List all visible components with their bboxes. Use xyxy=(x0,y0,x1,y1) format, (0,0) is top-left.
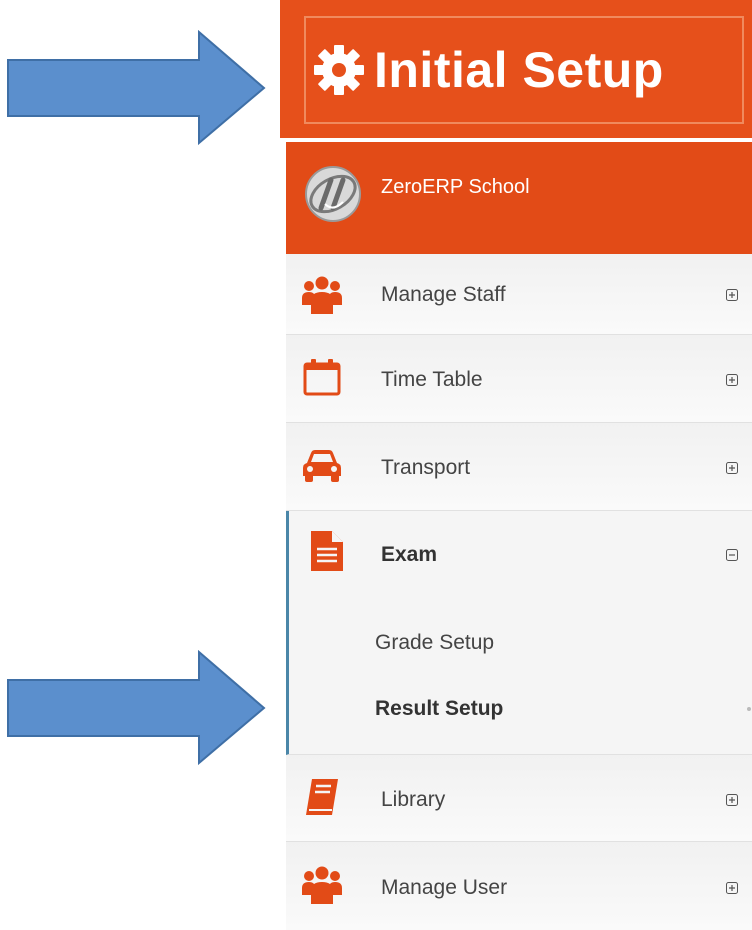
initial-setup-title: Initial Setup xyxy=(374,42,664,98)
sidebar-item-label: Manage Staff xyxy=(381,283,506,306)
expand-icon[interactable] xyxy=(726,794,738,806)
gear-icon xyxy=(314,45,364,95)
initial-setup-banner[interactable]: Initial Setup xyxy=(280,0,752,138)
users-icon xyxy=(302,866,342,904)
annotation-arrow-result-setup xyxy=(7,650,266,766)
sidebar-item-library[interactable]: Library xyxy=(286,755,752,842)
sidebar-item-transport[interactable]: Transport xyxy=(286,423,752,511)
book-icon xyxy=(306,779,338,815)
expand-icon[interactable] xyxy=(726,374,738,386)
document-icon xyxy=(311,531,343,571)
calendar-icon xyxy=(303,359,341,396)
collapse-icon[interactable] xyxy=(726,549,738,561)
expand-icon[interactable] xyxy=(726,882,738,894)
users-icon xyxy=(302,276,342,314)
expand-icon[interactable] xyxy=(726,289,738,301)
annotation-arrow-initial-setup xyxy=(7,30,266,146)
brand-name: ZeroERP School xyxy=(381,176,530,198)
sidebar-item-label: Time Table xyxy=(381,368,483,391)
sidebar-item-manage-user[interactable]: Manage User xyxy=(286,842,752,930)
sidebar-item-label: Exam xyxy=(381,543,438,566)
submenu-item-result-setup[interactable]: Result Setup xyxy=(375,697,503,721)
sidebar: ZeroERP School Manage Staff Time Table T… xyxy=(286,142,752,930)
sidebar-item-time-table[interactable]: Time Table xyxy=(286,335,752,423)
sidebar-item-exam[interactable]: Exam Grade Setup Result Setup xyxy=(286,511,752,755)
brand-header[interactable]: ZeroERP School xyxy=(286,142,752,254)
sidebar-item-label: Manage User xyxy=(381,876,508,899)
expand-icon[interactable] xyxy=(726,462,738,474)
sidebar-item-label: Library xyxy=(381,788,446,811)
sidebar-item-label: Transport xyxy=(381,456,471,479)
initial-setup-frame: Initial Setup xyxy=(304,16,744,124)
submenu-item-grade-setup[interactable]: Grade Setup xyxy=(375,631,494,655)
car-icon xyxy=(303,450,341,482)
sidebar-item-manage-staff[interactable]: Manage Staff xyxy=(286,254,752,335)
zeroerp-logo xyxy=(305,166,361,222)
active-indicator xyxy=(747,707,751,711)
